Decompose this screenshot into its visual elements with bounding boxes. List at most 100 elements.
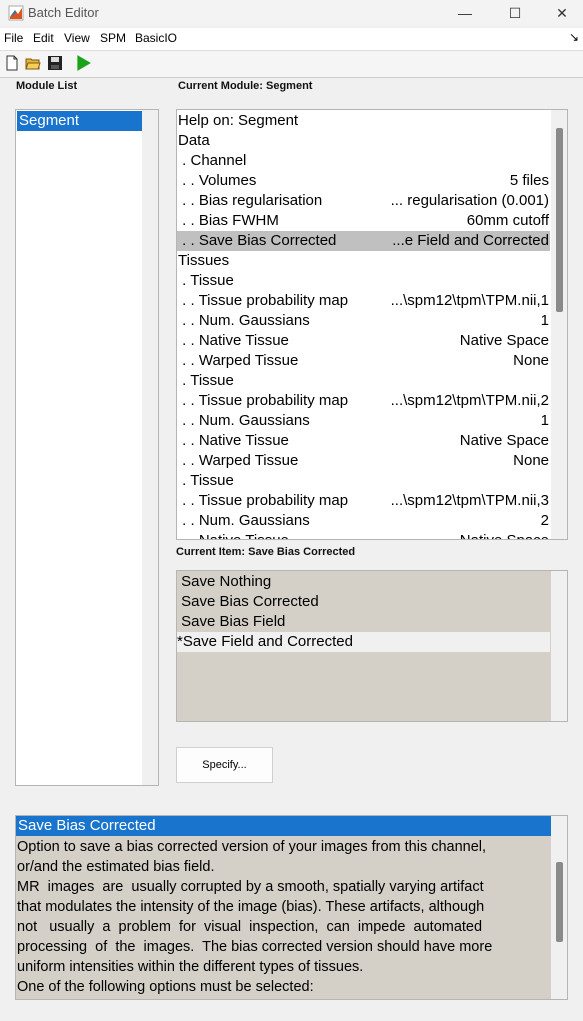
run-play-icon[interactable]	[74, 54, 92, 72]
tree-row-value: None	[513, 452, 549, 469]
tree-row[interactable]: . . Bias regularisation ... regularisatio…	[177, 191, 550, 211]
tree-row[interactable]: . . Num. Gaussians 1	[177, 411, 550, 431]
current-module-label: Current Module: Segment	[178, 80, 313, 92]
menu-basicio[interactable]: BasicIO	[135, 31, 177, 45]
current-item-label: Current Item: Save Bias Corrected	[176, 546, 356, 558]
tree-row-label: Help on: Segment	[178, 112, 299, 129]
tree-row-value: None	[513, 352, 549, 369]
tree-row[interactable]: . . Warped Tissue None	[177, 351, 550, 371]
help-scrollbar[interactable]	[551, 816, 567, 999]
tree-row[interactable]: . Tissue	[177, 371, 550, 391]
help-line: MR images are usually corrupted by a smo…	[17, 879, 484, 895]
option-item[interactable]: Save Bias Field	[177, 612, 550, 632]
matlab-logo-icon	[8, 5, 24, 21]
help-panel[interactable]: Save Bias Corrected Option to save a bia…	[15, 815, 568, 1000]
tree-row-value: ...\spm12\tpm\TPM.nii,1	[390, 292, 549, 309]
tree-row-label: . . Warped Tissue	[178, 452, 299, 469]
tree-row[interactable]: . . Tissue probability map ...\spm12\tpm\…	[177, 291, 550, 311]
option-item[interactable]: Save Nothing	[177, 572, 550, 592]
tree-row-label: . . Num. Gaussians	[178, 312, 310, 329]
tree-row[interactable]: . . Native Tissue Native Space	[177, 331, 550, 351]
tree-row-label: . . Save Bias Corrected	[178, 232, 337, 249]
module-list-scrollbar[interactable]	[142, 110, 158, 785]
menu-bar: File Edit View SPM BasicIO ↘	[0, 28, 583, 50]
tree-row[interactable]: . . Save Bias Corrected ...e Field and Co…	[177, 231, 550, 251]
save-disk-icon[interactable]	[47, 55, 63, 71]
help-line: that modulates the intensity of the imag…	[17, 899, 485, 915]
menu-file[interactable]: File	[4, 31, 23, 45]
help-line: or/and the estimated bias field.	[17, 859, 215, 875]
tree-row[interactable]: . . Num. Gaussians 2	[177, 511, 550, 531]
tree-row-label: Tissues	[178, 252, 230, 269]
menu-edit[interactable]: Edit	[33, 31, 54, 45]
menu-spm[interactable]: SPM	[100, 31, 126, 45]
toolbar	[0, 50, 583, 78]
tree-row-label: . . Num. Gaussians	[178, 412, 310, 429]
tree-row[interactable]: . . Native Tissue Native Space	[177, 531, 550, 539]
tree-row-value: ...e Field and Corrected	[392, 232, 549, 249]
tree-row[interactable]: . Tissue	[177, 471, 550, 491]
tree-row-value: ... regularisation (0.001)	[390, 192, 549, 209]
help-line: processing of the images. The bias corre…	[17, 939, 493, 955]
menu-overflow-icon[interactable]: ↘	[569, 30, 579, 44]
options-scrollbar[interactable]	[551, 571, 567, 721]
tree-row-value: Native Space	[459, 432, 549, 449]
tree-row-label: . . Native Tissue	[178, 332, 289, 349]
help-line: not usually a problem for visual inspect…	[17, 919, 483, 935]
module-list-label: Module List	[16, 80, 78, 92]
help-line: Option to save a bias corrected version …	[17, 839, 487, 855]
tree-row[interactable]: Tissues	[177, 251, 550, 271]
option-item[interactable]: *Save Field and Corrected	[177, 632, 550, 652]
option-item[interactable]: Save Bias Corrected	[177, 592, 550, 612]
help-scroll-thumb[interactable]	[556, 862, 563, 942]
module-item-segment[interactable]: Segment	[17, 111, 143, 131]
tree-row-value: 1	[540, 312, 549, 329]
tree-row-label: . . Volumes	[178, 172, 257, 189]
tree-row-value: 2	[540, 512, 549, 529]
tree-row-label: . Tissue	[178, 472, 234, 489]
tree-row-label: . Tissue	[178, 272, 234, 289]
minimize-button[interactable]: —	[440, 0, 490, 26]
current-item-options[interactable]: Save Nothing Save Bias Corrected Save Bi…	[176, 570, 568, 722]
specify-button[interactable]: Specify...	[176, 747, 273, 783]
tree-row-value: 5 files	[509, 172, 549, 189]
help-line: uniform intensities within the different…	[17, 959, 364, 975]
tree-row-label: . . Tissue probability map	[178, 292, 349, 309]
tree-row-label: Data	[178, 132, 210, 149]
tree-row-label: . . Native Tissue	[178, 531, 289, 539]
tree-row[interactable]: . . Tissue probability map ...\spm12\tpm\…	[177, 391, 550, 411]
tree-row-label: . . Tissue probability map	[178, 392, 349, 409]
help-title: Save Bias Corrected	[16, 816, 552, 836]
tree-row-label: . . Warped Tissue	[178, 352, 299, 369]
tree-row[interactable]: . . Num. Gaussians 1	[177, 311, 550, 331]
tree-row-label: . Channel	[178, 152, 247, 169]
tree-row-value: Native Space	[459, 332, 549, 349]
current-module-tree[interactable]: Help on: Segment Data . Channel . . Volum…	[176, 109, 568, 540]
tree-row[interactable]: Data	[177, 131, 550, 151]
open-folder-icon[interactable]	[25, 55, 41, 71]
menu-view[interactable]: View	[64, 31, 90, 45]
tree-row-value: 60mm cutoff	[466, 212, 549, 229]
tree-row[interactable]: . . Bias FWHM 60mm cutoff	[177, 211, 550, 231]
tree-scrollbar[interactable]	[551, 110, 567, 539]
tree-row-label: . . Tissue probability map	[178, 492, 349, 509]
tree-row[interactable]: . . Volumes 5 files	[177, 171, 550, 191]
tree-scroll-thumb[interactable]	[556, 128, 563, 312]
tree-row[interactable]: . Tissue	[177, 271, 550, 291]
tree-row[interactable]: . Channel	[177, 151, 550, 171]
tree-row[interactable]: . . Native Tissue Native Space	[177, 431, 550, 451]
tree-row[interactable]: . . Tissue probability map ...\spm12\tpm\…	[177, 491, 550, 511]
tree-row[interactable]: Help on: Segment	[177, 111, 550, 131]
tree-row-value: ...\spm12\tpm\TPM.nii,3	[390, 492, 549, 509]
tree-row-value: Native Space	[460, 531, 549, 539]
tree-row-label: . . Bias regularisation	[178, 192, 323, 209]
tree-row-label: . . Native Tissue	[178, 432, 289, 449]
module-list[interactable]: Segment	[15, 109, 159, 786]
new-file-icon[interactable]	[4, 55, 20, 71]
tree-row-label: . . Num. Gaussians	[178, 512, 310, 529]
maximize-button[interactable]: ☐	[490, 0, 540, 26]
close-button[interactable]: ✕	[537, 0, 583, 26]
help-line: One of the following options must be sel…	[17, 979, 314, 995]
title-bar: Batch Editor — ☐ ✕	[0, 0, 583, 26]
tree-row[interactable]: . . Warped Tissue None	[177, 451, 550, 471]
